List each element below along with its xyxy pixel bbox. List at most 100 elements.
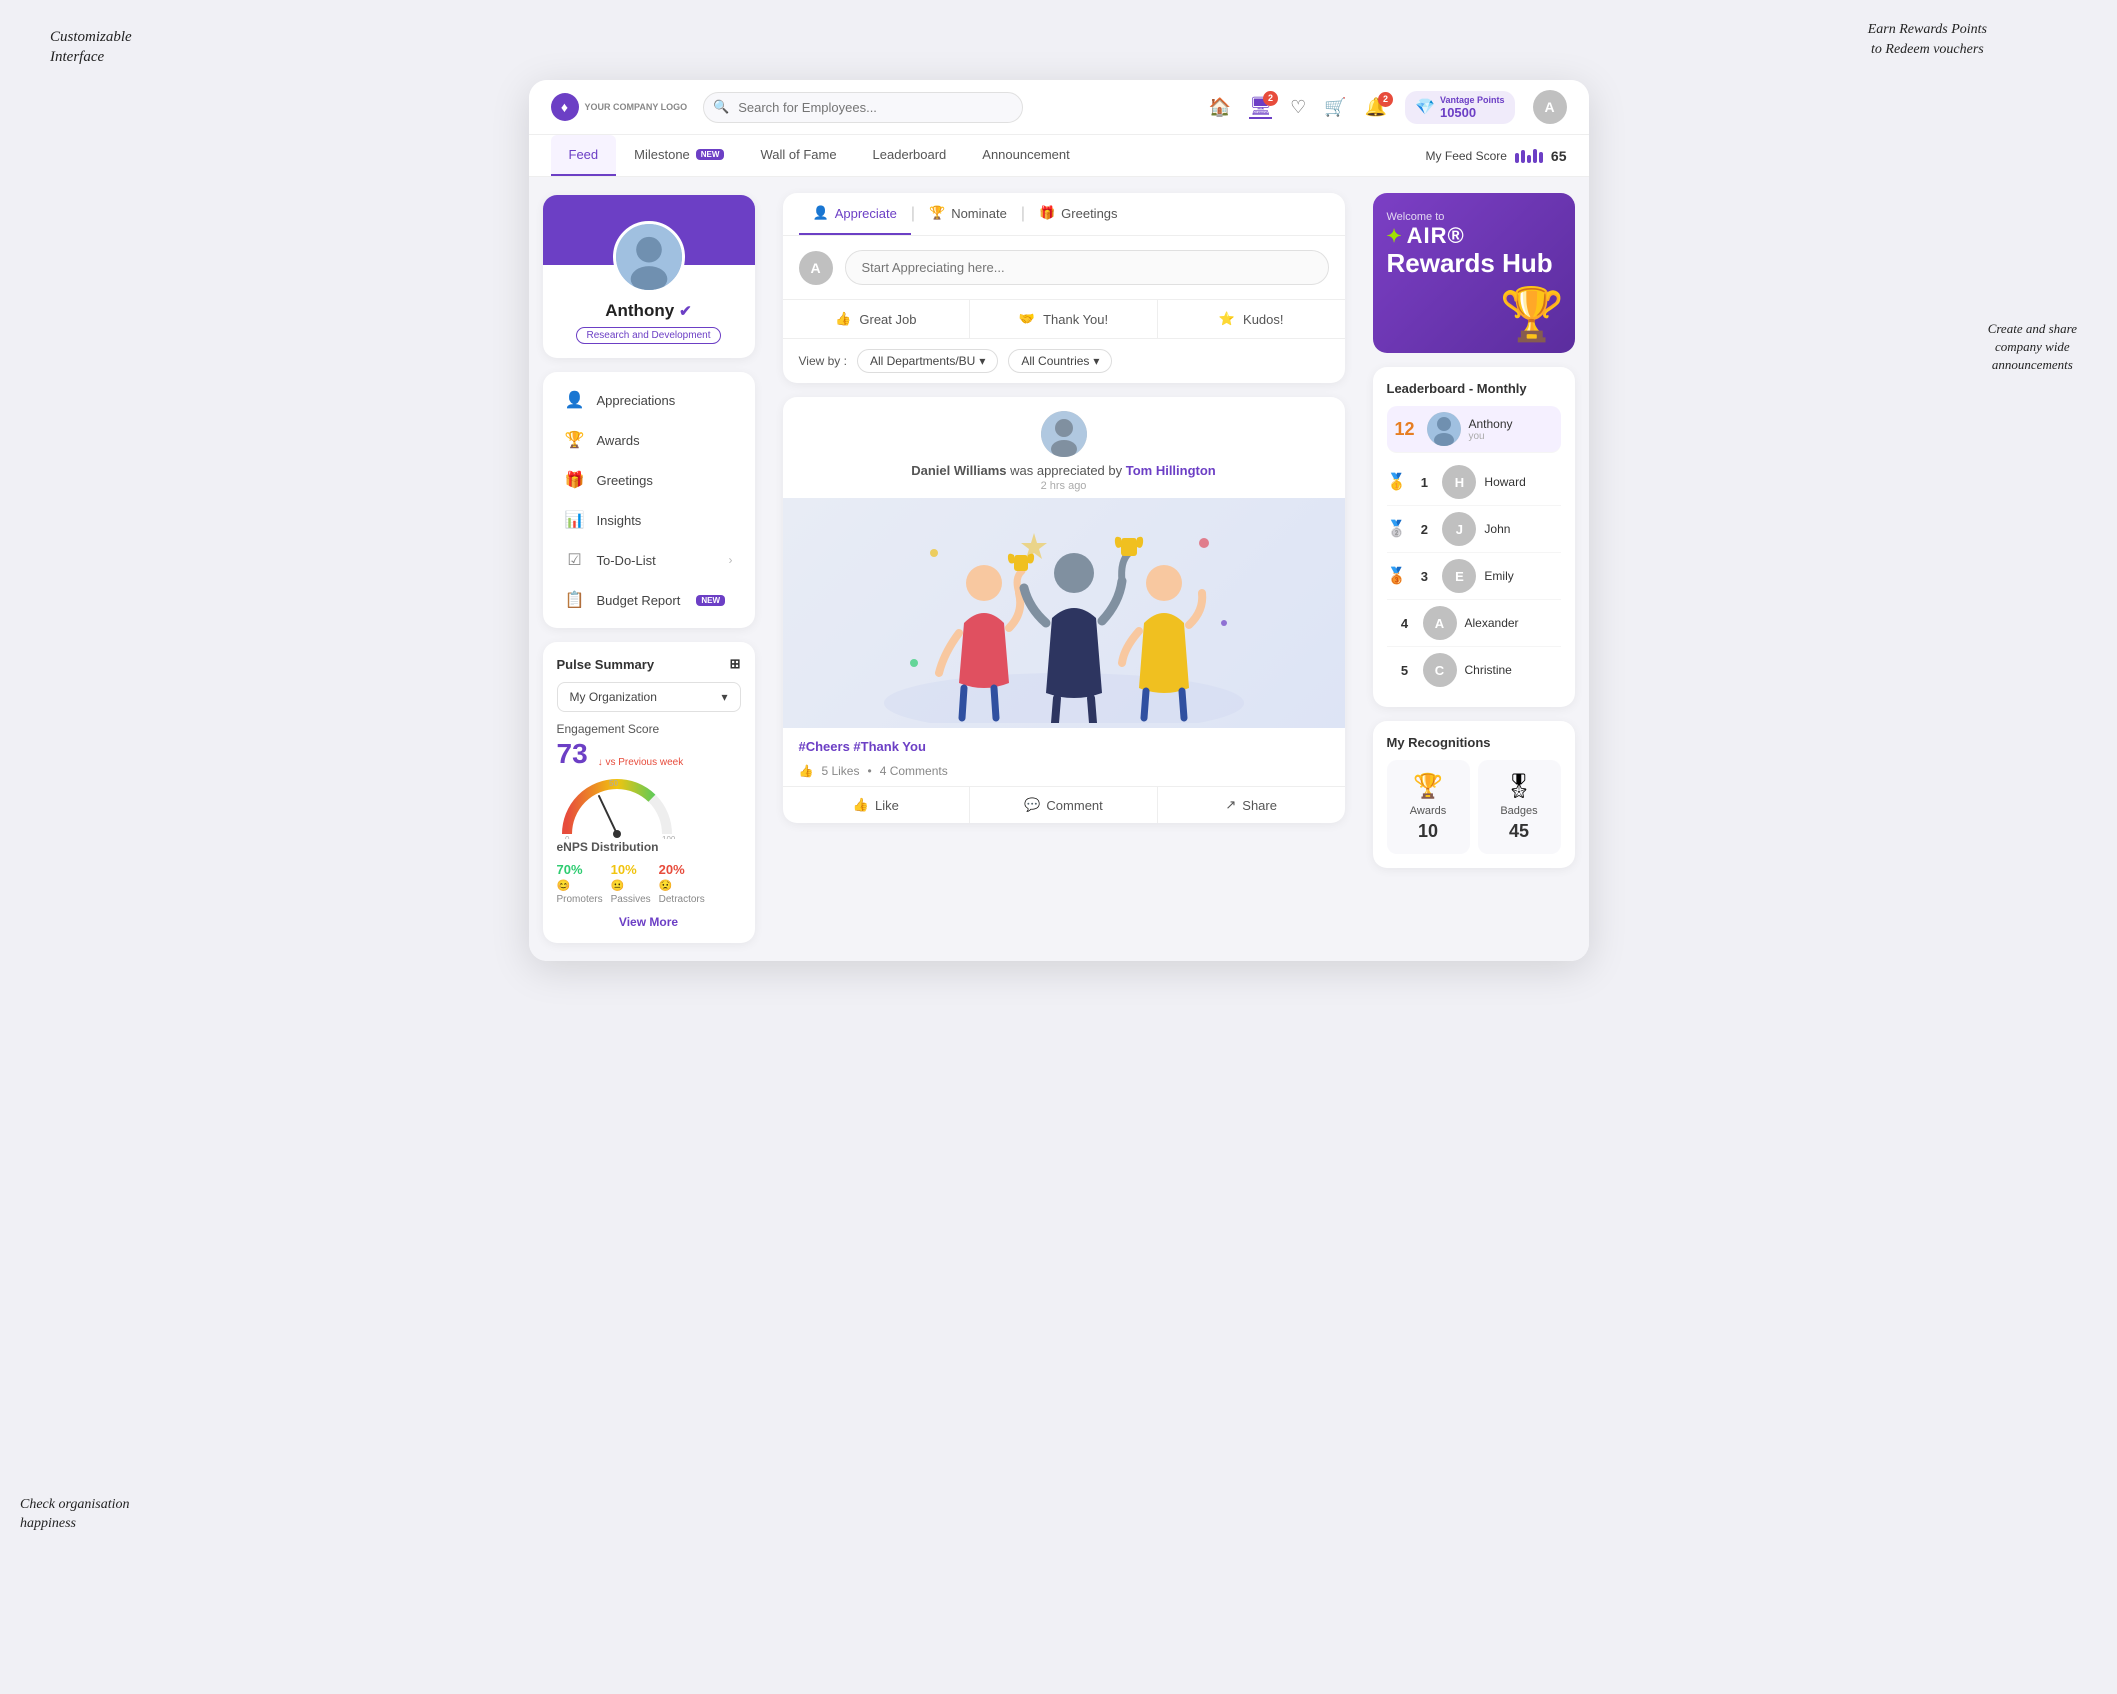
comment-button[interactable]: 💬 Comment [970,787,1158,823]
name-emily: Emily [1484,569,1513,583]
monitor-nav-button[interactable]: 🖥 2 [1249,96,1272,119]
menu-label-budget: Budget Report [597,593,681,608]
like-icon-small: 👍 [799,764,814,778]
logo-text: YOUR COMPANY LOGO [585,102,688,113]
score-bars [1515,149,1543,163]
recognitions-grid: 🏆 Awards 10 🎖 Badges 45 [1387,760,1561,854]
medal-1-icon: 🥇 [1387,472,1407,492]
tab-milestone-label: Milestone [634,147,690,162]
pulse-dropdown-label: My Organization [570,690,657,704]
user-avatar[interactable]: A [1533,90,1567,124]
menu-item-todo[interactable]: ☑ To-Do-List › [547,540,751,580]
promoters-pct: 70% [557,862,583,877]
engagement-score-value: 73 [557,740,588,768]
comment-label: Comment [1046,798,1102,813]
menu-item-appreciations[interactable]: 👤 Appreciations [547,380,751,420]
profile-card: Anthony ✔ Research and Development [543,195,755,358]
tab-leaderboard[interactable]: Leaderboard [855,135,965,176]
country-filter[interactable]: All Countries ▾ [1008,349,1112,373]
share-icon: ↗ [1225,797,1236,813]
post-tab-nominate[interactable]: 🏆 Nominate [915,193,1021,235]
tab-announcement[interactable]: Announcement [964,135,1087,176]
like-button[interactable]: 👍 Like [783,787,971,823]
search-input[interactable] [703,92,1023,123]
rewards-hub-title: Rewards Hub [1387,249,1561,278]
bell-nav-button[interactable]: 🔔 2 [1365,97,1387,118]
highlight-avatar [1427,412,1461,446]
menu-item-awards[interactable]: 🏆 Awards [547,420,751,460]
tab-wall-of-fame[interactable]: Wall of Fame [742,135,854,176]
thank-you-button[interactable]: 🤝 Thank You! [970,300,1158,338]
promoters-item: 70% 😊 Promoters [557,862,603,905]
gauge-svg: 0 50 100 [557,774,677,839]
leaderboard-item-5: 5 C Christine [1387,647,1561,693]
score-bar-4 [1533,149,1537,163]
menu-label-greetings: Greetings [597,473,653,488]
post-tab-appreciate-label: Appreciate [835,206,897,221]
appreciate-icon: 👤 [813,205,829,221]
leaderboard-item-3: 🥉 3 E Emily [1387,553,1561,600]
awards-recognition-item[interactable]: 🏆 Awards 10 [1387,760,1470,854]
pulse-dropdown[interactable]: My Organization ▾ [557,682,741,712]
filter-row: View by : All Departments/BU ▾ All Count… [783,339,1345,383]
post-tab-nominate-label: Nominate [951,206,1007,221]
profile-name: Anthony ✔ [557,301,741,321]
feed-score-label: My Feed Score [1426,149,1507,163]
heart-nav-button[interactable]: ♡ [1290,97,1306,118]
post-author-avatar [1041,411,1087,457]
menu-item-greetings[interactable]: 🎁 Greetings [547,460,751,500]
badges-recognition-item[interactable]: 🎖 Badges 45 [1478,760,1561,854]
leaderboard-title: Leaderboard - Monthly [1387,381,1561,396]
post-input[interactable] [845,250,1329,285]
medal-3-icon: 🥉 [1387,566,1407,586]
highlight-name: Anthony [1469,417,1513,431]
menu-label-insights: Insights [597,513,642,528]
post-appreciated-by[interactable]: Tom Hillington [1126,463,1216,478]
nav-icons: 🏠 🖥 2 ♡ 🛒 🔔 2 💎 Vantage Points 10500 A [1209,90,1567,124]
annotation-customizable: CustomizableInterface [50,28,132,67]
view-more-button[interactable]: View More [557,915,741,929]
avatar-john: J [1442,512,1476,546]
tab-milestone[interactable]: Milestone NEW [616,135,742,176]
post-image [783,498,1345,728]
insights-icon: 📊 [565,510,585,530]
passives-item: 10% 😐 Passives [611,862,651,905]
great-job-icon: 👍 [835,311,851,327]
kudos-button[interactable]: ⭐ Kudos! [1158,300,1345,338]
thank-you-label: Thank You! [1043,312,1108,327]
great-job-label: Great Job [859,312,916,327]
name-alexander: Alexander [1465,616,1519,630]
celebration-illustration [874,503,1254,723]
like-label: Like [875,798,899,813]
profile-header [543,195,755,265]
app-container: ♦ YOUR COMPANY LOGO 🔍 🏠 🖥 2 ♡ 🛒 🔔 2 💎 Va… [529,80,1589,961]
cart-nav-button[interactable]: 🛒 [1324,97,1346,118]
detractors-item: 20% 😟 Detractors [659,862,705,905]
nominate-icon: 🏆 [929,205,945,221]
great-job-button[interactable]: 👍 Great Job [783,300,971,338]
post-tab-appreciate[interactable]: 👤 Appreciate [799,193,911,235]
pulse-card: Pulse Summary ⊞ My Organization ▾ Engage… [543,642,755,943]
dept-filter[interactable]: All Departments/BU ▾ [857,349,998,373]
tab-feed[interactable]: Feed [551,135,617,176]
todo-icon: ☑ [565,550,585,570]
like-icon: 👍 [853,797,869,813]
post-composer-card: 👤 Appreciate | 🏆 Nominate | 🎁 Greetings [783,193,1345,383]
leaderboard-item-1: 🥇 1 H Howard [1387,459,1561,506]
annotation-create-share: Create and sharecompany wideannouncement… [1988,320,2077,375]
home-nav-button[interactable]: 🏠 [1209,97,1231,118]
share-button[interactable]: ↗ Share [1158,787,1345,823]
comment-icon: 💬 [1024,797,1040,813]
post-tab-greetings[interactable]: 🎁 Greetings [1025,193,1132,235]
awards-icon: 🏆 [565,430,585,450]
highlight-rank: 12 [1395,419,1419,440]
menu-item-budget[interactable]: 📋 Budget Report NEW [547,580,751,620]
menu-item-insights[interactable]: 📊 Insights [547,500,751,540]
kudos-icon: ⭐ [1219,311,1235,327]
promoters-label: Promoters [557,894,603,905]
rewards-air-text: AIR® [1407,223,1465,249]
post-actions: 👍 Like 💬 Comment ↗ Share [783,786,1345,823]
highlight-sublabel: you [1469,431,1513,442]
badges-rec-icon: 🎖 [1504,772,1534,801]
rank-5: 5 [1395,663,1415,678]
